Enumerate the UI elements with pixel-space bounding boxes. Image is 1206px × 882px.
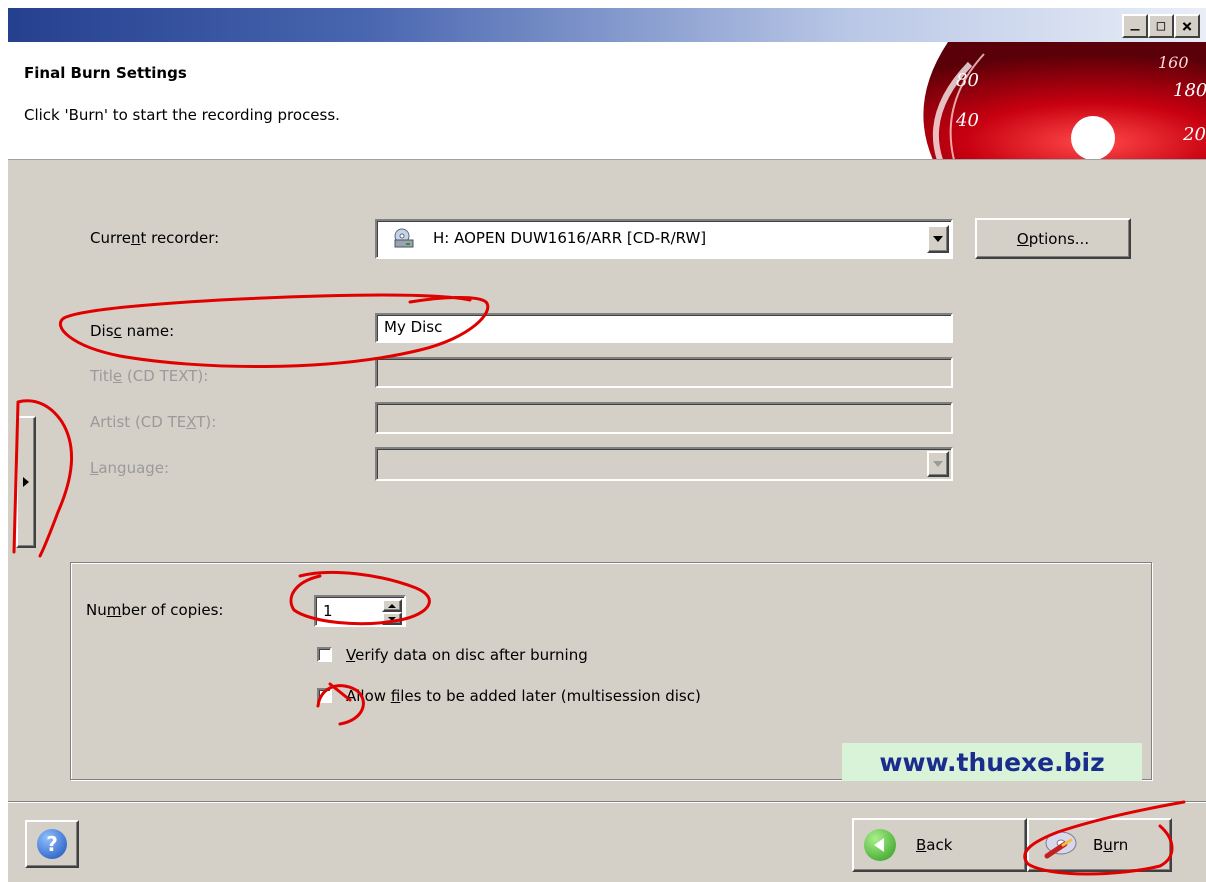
multisession-checkbox[interactable] bbox=[317, 688, 332, 703]
back-button-label: Back bbox=[916, 836, 953, 854]
gauge-number: 20 bbox=[1182, 124, 1206, 145]
multisession-checkbox-label[interactable]: Allow files to be added later (multisess… bbox=[346, 687, 701, 705]
gauge-number: 80 bbox=[956, 70, 979, 91]
copies-value: 1 bbox=[323, 602, 333, 620]
gauge-number: 160 bbox=[1158, 53, 1189, 72]
chevron-down-icon bbox=[933, 236, 943, 242]
title-cd-text-input bbox=[375, 357, 953, 388]
footer-separator bbox=[8, 801, 1206, 803]
chevron-up-icon bbox=[388, 603, 396, 608]
stepper-down-button[interactable] bbox=[382, 612, 402, 625]
back-button[interactable]: Back bbox=[852, 818, 1027, 872]
burn-disc-icon bbox=[1044, 831, 1077, 859]
help-button[interactable]: ? bbox=[25, 820, 79, 868]
title-cd-text-label: Title (CD TEXT): bbox=[90, 367, 209, 385]
artist-cd-text-label: Artist (CD TEXT): bbox=[90, 413, 217, 431]
number-of-copies-label: Number of copies: bbox=[86, 601, 224, 619]
recorder-select[interactable]: H: AOPEN DUW1616/ARR [CD-R/RW] bbox=[375, 219, 953, 259]
arrow-right-icon bbox=[23, 477, 29, 487]
wizard-header: 80 40 160 180 20 bbox=[8, 42, 1206, 160]
help-icon: ? bbox=[37, 829, 67, 859]
stepper-up-button[interactable] bbox=[382, 599, 402, 612]
maximize-button[interactable]: □ bbox=[1148, 14, 1174, 38]
watermark-text: www.thuexe.biz bbox=[842, 743, 1142, 781]
close-button[interactable]: × bbox=[1174, 14, 1200, 38]
language-label: Language: bbox=[90, 459, 170, 477]
options-button-label: Options... bbox=[1016, 229, 1090, 248]
gauge-number: 180 bbox=[1173, 80, 1206, 101]
cd-drive-icon bbox=[394, 228, 414, 248]
copies-stepper[interactable]: 1 bbox=[314, 595, 406, 627]
side-panel-toggle[interactable] bbox=[16, 416, 36, 548]
artist-cd-text-input bbox=[375, 402, 953, 434]
verify-checkbox[interactable] bbox=[317, 647, 332, 662]
recorder-value: H: AOPEN DUW1616/ARR [CD-R/RW] bbox=[433, 229, 707, 247]
disc-name-input[interactable]: My Disc bbox=[375, 313, 953, 343]
language-dropdown-button bbox=[927, 451, 949, 477]
minimize-button[interactable]: _ bbox=[1122, 13, 1148, 38]
chevron-down-icon bbox=[933, 461, 943, 467]
verify-checkbox-label[interactable]: Verify data on disc after burning bbox=[346, 646, 588, 664]
page-subtitle: Click 'Burn' to start the recording proc… bbox=[24, 106, 340, 124]
burn-button-label: Burn bbox=[1093, 836, 1129, 854]
chevron-down-icon bbox=[388, 616, 396, 621]
speedometer-graphic: 80 40 160 180 20 bbox=[828, 42, 1206, 159]
options-button[interactable]: Options... bbox=[975, 218, 1131, 259]
gauge-number: 40 bbox=[955, 110, 979, 131]
burn-button[interactable]: Burn bbox=[1027, 818, 1172, 872]
disc-name-value: My Disc bbox=[384, 318, 443, 336]
current-recorder-label: Current recorder: bbox=[90, 229, 220, 247]
recorder-dropdown-button[interactable] bbox=[927, 225, 949, 253]
back-arrow-icon bbox=[864, 829, 896, 861]
language-select bbox=[375, 447, 953, 481]
page-title: Final Burn Settings bbox=[24, 64, 187, 82]
disc-name-label: Disc name: bbox=[90, 322, 175, 340]
title-bar[interactable] bbox=[8, 8, 1206, 42]
